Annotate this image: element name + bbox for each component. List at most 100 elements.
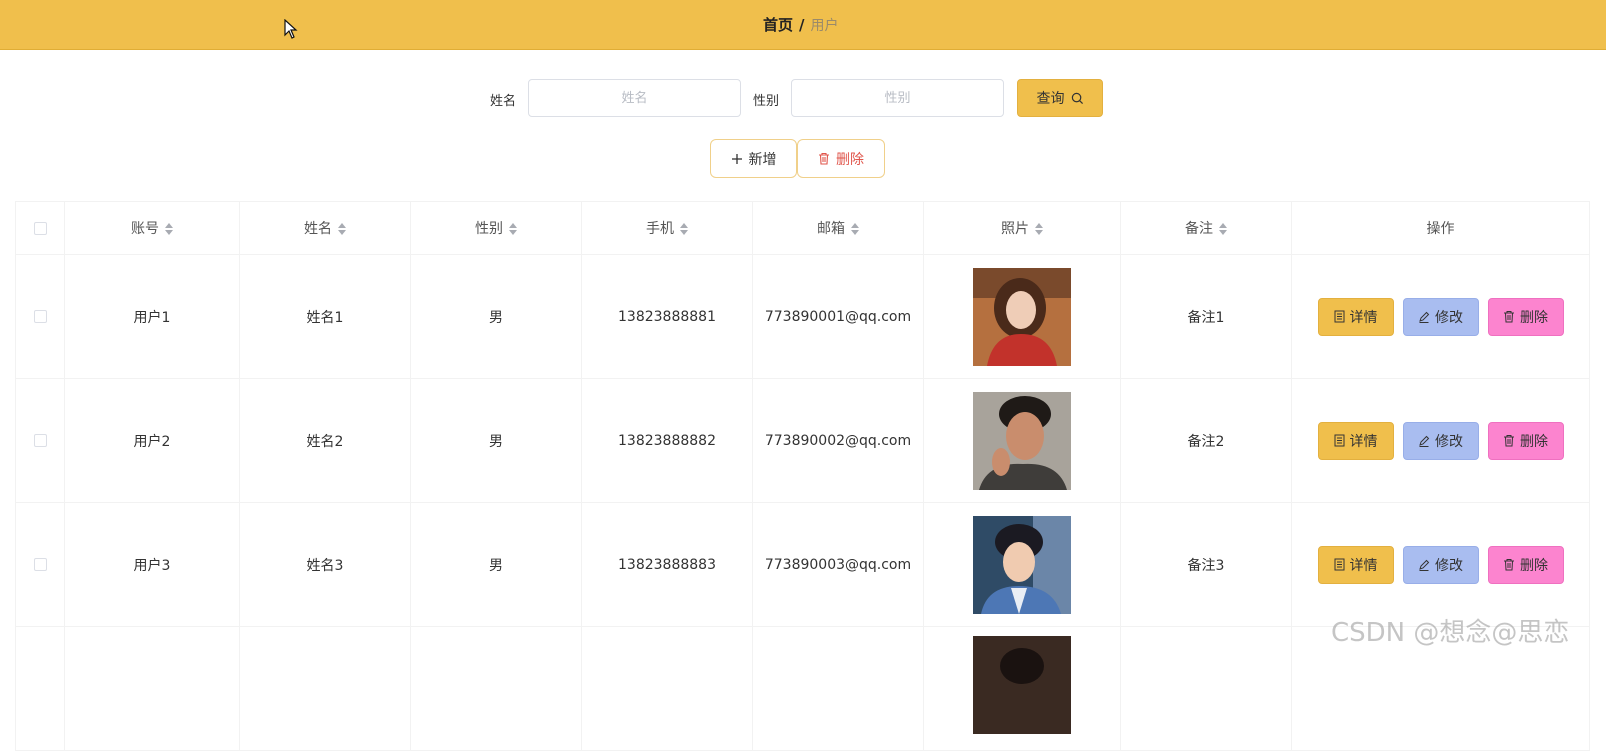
cell-phone: 13823888883 bbox=[581, 502, 753, 627]
column-header-phone[interactable]: 手机 bbox=[581, 201, 753, 255]
edit-button[interactable]: 修改 bbox=[1402, 545, 1479, 584]
breadcrumb-separator: / bbox=[799, 16, 805, 34]
search-icon bbox=[1071, 92, 1083, 104]
detail-button[interactable]: 详情 bbox=[1317, 421, 1394, 460]
cell-account bbox=[64, 626, 240, 751]
edit-button[interactable]: 修改 bbox=[1402, 297, 1479, 336]
row-select-cell bbox=[15, 502, 65, 627]
cell-email: 773890002@qq.com bbox=[752, 378, 924, 503]
add-button-label: 新增 bbox=[748, 151, 777, 168]
name-search-input[interactable] bbox=[528, 79, 741, 117]
breadcrumb-home[interactable]: 首页 bbox=[763, 16, 793, 34]
sort-icon[interactable] bbox=[509, 223, 517, 235]
cell-phone: 13823888881 bbox=[581, 254, 753, 379]
trash-icon bbox=[1504, 311, 1514, 323]
add-button[interactable]: 新增 bbox=[710, 139, 797, 178]
document-icon bbox=[1334, 434, 1344, 447]
row-checkbox[interactable] bbox=[33, 310, 47, 323]
column-header-actions: 操作 bbox=[1291, 201, 1590, 255]
cell-phone: 13823888882 bbox=[581, 378, 753, 503]
cell-account: 用户3 bbox=[64, 502, 240, 627]
cell-account: 用户2 bbox=[64, 378, 240, 503]
name-label: 姓名 bbox=[490, 94, 517, 109]
edit-pencil-icon bbox=[1419, 311, 1430, 323]
watermark: CSDN @想念@思恋 bbox=[1331, 618, 1570, 648]
column-header-account[interactable]: 账号 bbox=[64, 201, 240, 255]
row-checkbox[interactable] bbox=[33, 434, 47, 447]
cell-remark: 备注1 bbox=[1120, 254, 1292, 379]
user-photo[interactable] bbox=[973, 391, 1071, 490]
cell-actions: 详情 修改 删除 bbox=[1291, 378, 1590, 503]
select-all-checkbox[interactable] bbox=[33, 221, 47, 235]
cell-email: 773890003@qq.com bbox=[752, 502, 924, 627]
plus-icon bbox=[731, 153, 742, 164]
sort-icon[interactable] bbox=[1035, 223, 1043, 235]
user-photo[interactable] bbox=[973, 267, 1071, 366]
sort-icon[interactable] bbox=[851, 223, 859, 235]
detail-button[interactable]: 详情 bbox=[1317, 545, 1394, 584]
document-icon bbox=[1334, 310, 1344, 323]
top-bar: 首页 / 用户 bbox=[0, 0, 1606, 50]
row-checkbox[interactable] bbox=[33, 558, 47, 571]
cell-account: 用户1 bbox=[64, 254, 240, 379]
gender-label: 性别 bbox=[753, 94, 780, 109]
row-select-cell bbox=[15, 254, 65, 379]
column-header-email[interactable]: 邮箱 bbox=[752, 201, 924, 255]
cell-remark: 备注2 bbox=[1120, 378, 1292, 503]
cell-name: 姓名3 bbox=[239, 502, 411, 627]
edit-pencil-icon bbox=[1419, 435, 1430, 447]
sort-icon[interactable] bbox=[1219, 223, 1227, 235]
user-photo[interactable] bbox=[973, 636, 1071, 734]
cell-photo bbox=[923, 254, 1121, 379]
column-header-photo[interactable]: 照片 bbox=[923, 201, 1121, 255]
cell-photo bbox=[923, 626, 1121, 751]
document-icon bbox=[1334, 558, 1344, 571]
table-header-row: 账号 姓名 性别 手机 邮箱 照片 备注 操作 bbox=[15, 201, 1590, 255]
sort-icon[interactable] bbox=[680, 223, 688, 235]
query-button-label: 查询 bbox=[1036, 91, 1065, 107]
trash-icon bbox=[1504, 559, 1514, 571]
row-select-cell bbox=[15, 378, 65, 503]
users-table: 账号 姓名 性别 手机 邮箱 照片 备注 操作 用户1 姓名1 男 138238… bbox=[15, 201, 1590, 751]
delete-button[interactable]: 删除 bbox=[1487, 297, 1564, 336]
delete-button[interactable]: 删除 bbox=[1487, 545, 1564, 584]
cell-gender bbox=[410, 626, 582, 751]
sort-icon[interactable] bbox=[165, 223, 173, 235]
cell-remark: 备注3 bbox=[1120, 502, 1292, 627]
edit-button[interactable]: 修改 bbox=[1402, 421, 1479, 460]
table-row: 用户1 姓名1 男 13823888881 773890001@qq.com 备… bbox=[15, 254, 1590, 379]
user-photo[interactable] bbox=[973, 515, 1071, 614]
table-row: 用户2 姓名2 男 13823888882 773890002@qq.com 备… bbox=[15, 378, 1590, 503]
cell-remark bbox=[1120, 626, 1292, 751]
cell-actions: 详情 修改 删除 bbox=[1291, 254, 1590, 379]
trash-icon bbox=[819, 152, 829, 165]
cell-actions: 详情 修改 删除 bbox=[1291, 502, 1590, 627]
detail-button[interactable]: 详情 bbox=[1317, 297, 1394, 336]
breadcrumb-current: 用户 bbox=[810, 18, 839, 34]
mouse-cursor-icon bbox=[284, 19, 298, 39]
trash-icon bbox=[1504, 435, 1514, 447]
cell-photo bbox=[923, 378, 1121, 503]
cell-photo bbox=[923, 502, 1121, 627]
gender-search-input[interactable] bbox=[791, 79, 1004, 117]
select-all-cell bbox=[15, 201, 65, 255]
cell-gender: 男 bbox=[410, 502, 582, 627]
delete-button[interactable]: 删除 bbox=[1487, 421, 1564, 460]
table-row: 用户3 姓名3 男 13823888883 773890003@qq.com 备… bbox=[15, 502, 1590, 627]
column-header-remark[interactable]: 备注 bbox=[1120, 201, 1292, 255]
cell-name: 姓名2 bbox=[239, 378, 411, 503]
cell-email: 773890001@qq.com bbox=[752, 254, 924, 379]
cell-phone bbox=[581, 626, 753, 751]
column-header-gender[interactable]: 性别 bbox=[410, 201, 582, 255]
query-button[interactable]: 查询 bbox=[1017, 79, 1103, 117]
breadcrumb: 首页 / 用户 bbox=[763, 14, 839, 35]
sort-icon[interactable] bbox=[338, 223, 346, 235]
column-header-name[interactable]: 姓名 bbox=[239, 201, 411, 255]
cell-email bbox=[752, 626, 924, 751]
cell-gender: 男 bbox=[410, 254, 582, 379]
row-select-cell bbox=[15, 626, 65, 751]
cell-name bbox=[239, 626, 411, 751]
cell-gender: 男 bbox=[410, 378, 582, 503]
edit-pencil-icon bbox=[1419, 559, 1430, 571]
batch-delete-button[interactable]: 删除 bbox=[797, 139, 885, 178]
